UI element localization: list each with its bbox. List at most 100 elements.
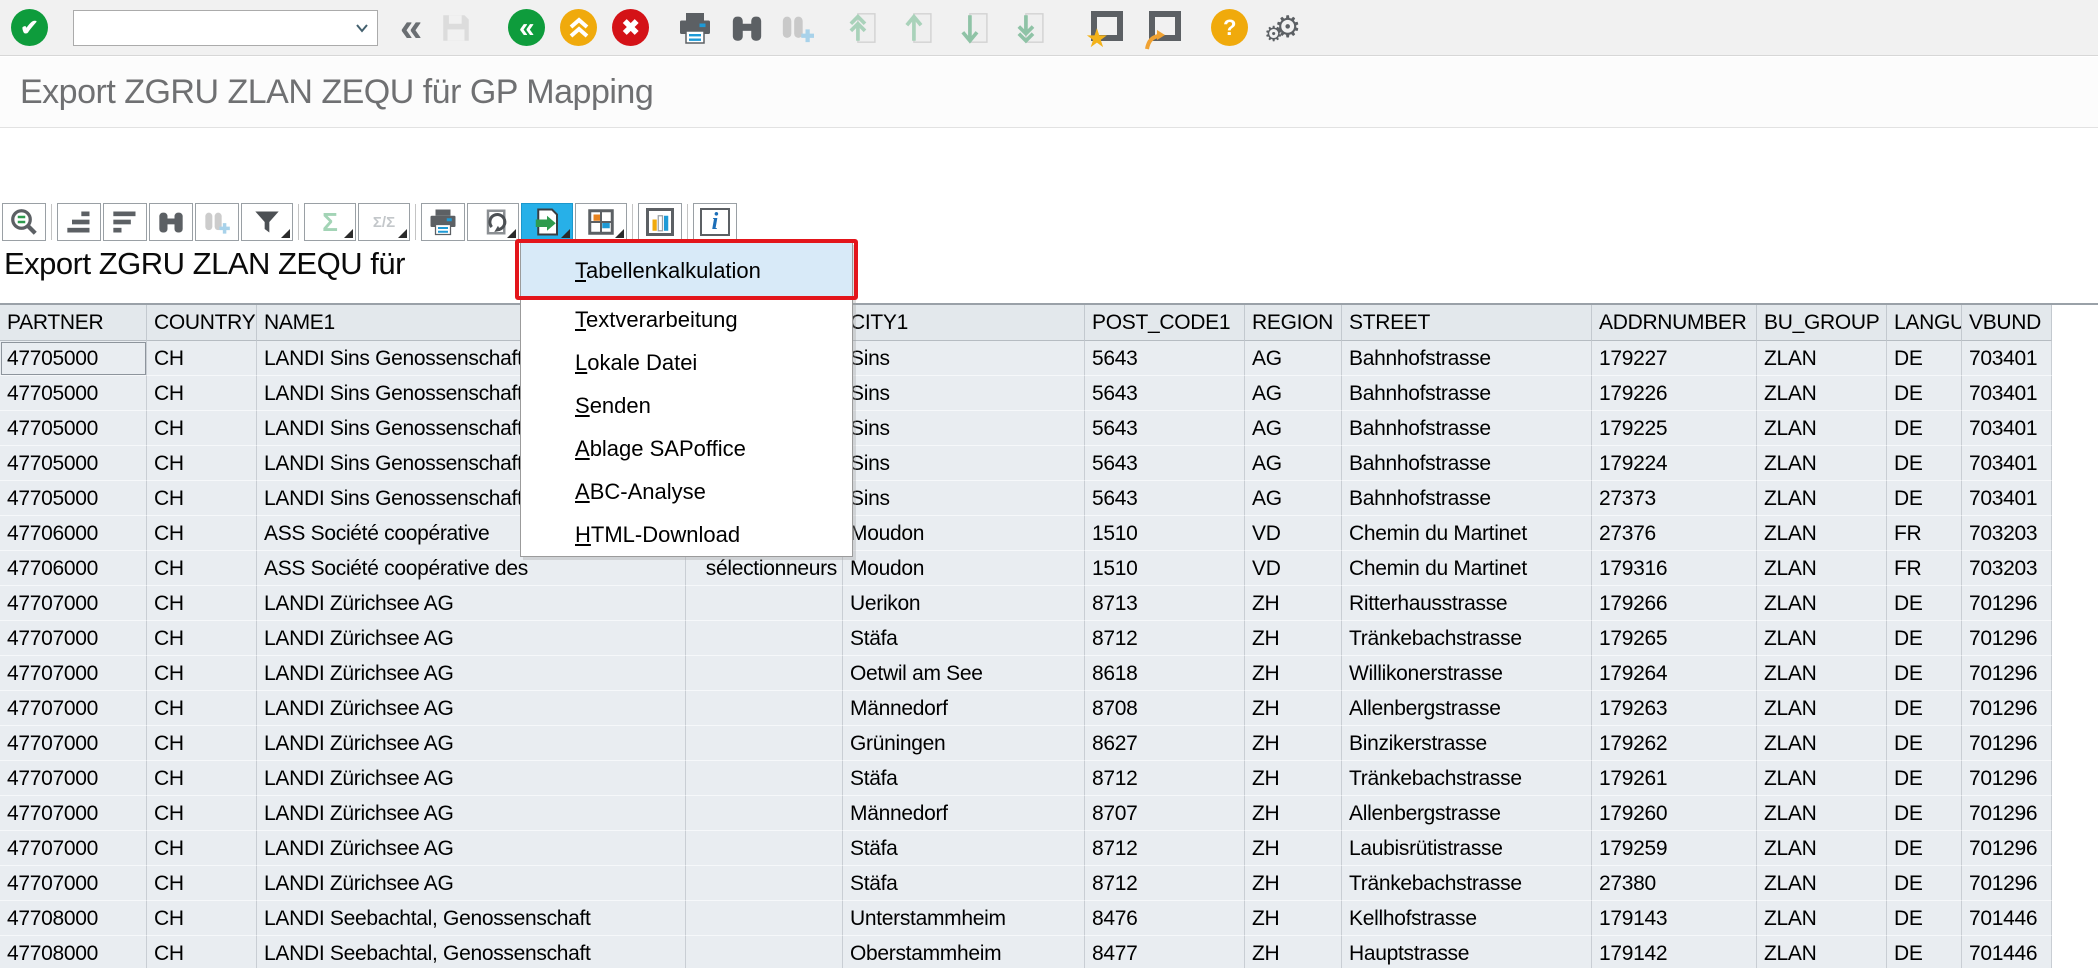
cell[interactable]: DE — [1887, 866, 1962, 901]
cell[interactable]: CH — [147, 411, 257, 446]
cell[interactable]: 8477 — [1085, 936, 1245, 968]
cell[interactable]: DE — [1887, 726, 1962, 761]
cell[interactable]: LANDI Zürichsee AG — [257, 586, 686, 621]
cell[interactable]: LANDI Zürichsee AG — [257, 726, 686, 761]
cell[interactable]: ZLAN — [1757, 901, 1887, 936]
cell[interactable]: ZLAN — [1757, 726, 1887, 761]
subtotal-button[interactable]: Σ/Σ — [358, 203, 410, 241]
cell[interactable]: 703401 — [1962, 446, 2052, 481]
cell[interactable]: 701296 — [1962, 586, 2052, 621]
cell[interactable]: LANDI Zürichsee AG — [257, 656, 686, 691]
cell[interactable] — [686, 831, 843, 866]
print-button[interactable] — [421, 203, 465, 241]
cell[interactable] — [686, 901, 843, 936]
info-button[interactable]: i — [693, 203, 737, 241]
find-button[interactable] — [149, 203, 193, 241]
page-down-button[interactable] — [957, 8, 997, 48]
cell[interactable]: CH — [147, 691, 257, 726]
menu-item-abc-analyse[interactable]: ABC-Analyse — [521, 470, 852, 513]
cell[interactable]: 179142 — [1592, 936, 1757, 968]
cell[interactable]: AG — [1245, 481, 1342, 516]
cell[interactable]: ZLAN — [1757, 621, 1887, 656]
cell[interactable] — [686, 586, 843, 621]
cell[interactable]: Bahnhofstrasse — [1342, 376, 1592, 411]
cell[interactable]: CH — [147, 376, 257, 411]
cell[interactable]: DE — [1887, 481, 1962, 516]
cell[interactable]: CH — [147, 446, 257, 481]
cell[interactable]: Stäfa — [843, 866, 1085, 901]
cell[interactable]: VD — [1245, 516, 1342, 551]
cell[interactable] — [686, 796, 843, 831]
cell[interactable]: DE — [1887, 341, 1962, 376]
cell[interactable]: 701296 — [1962, 621, 2052, 656]
cell[interactable]: CH — [147, 586, 257, 621]
cell[interactable]: ZLAN — [1757, 516, 1887, 551]
details-button[interactable] — [2, 203, 46, 241]
menu-item-ablage-sapoffice[interactable]: Ablage SAPoffice — [521, 427, 852, 470]
shortcut-button[interactable]: ★ — [1087, 11, 1123, 45]
cell[interactable]: ZH — [1245, 586, 1342, 621]
cell[interactable]: 8712 — [1085, 866, 1245, 901]
cell[interactable]: LANDI Zürichsee AG — [257, 866, 686, 901]
sort-desc-button[interactable] — [103, 203, 147, 241]
enter-button[interactable]: ✔ — [11, 9, 48, 46]
cell[interactable]: ZLAN — [1757, 936, 1887, 968]
cell[interactable]: ZH — [1245, 901, 1342, 936]
cell[interactable]: ZH — [1245, 866, 1342, 901]
cell[interactable]: 179227 — [1592, 341, 1757, 376]
cell[interactable]: DE — [1887, 796, 1962, 831]
cell[interactable] — [686, 691, 843, 726]
cell[interactable]: 179263 — [1592, 691, 1757, 726]
cell[interactable]: 47705000 — [0, 341, 147, 376]
cell[interactable]: DE — [1887, 691, 1962, 726]
cell[interactable]: 701296 — [1962, 866, 2052, 901]
cell[interactable]: 703401 — [1962, 341, 2052, 376]
cell[interactable]: 701296 — [1962, 691, 2052, 726]
cell[interactable]: CH — [147, 341, 257, 376]
cell[interactable]: 179226 — [1592, 376, 1757, 411]
cell[interactable]: 701296 — [1962, 831, 2052, 866]
cell[interactable]: ZLAN — [1757, 446, 1887, 481]
cell[interactable]: ZLAN — [1757, 341, 1887, 376]
cell[interactable]: CH — [147, 726, 257, 761]
cell[interactable]: ZLAN — [1757, 866, 1887, 901]
find-button[interactable] — [727, 8, 767, 48]
cell[interactable] — [686, 656, 843, 691]
cell[interactable]: 703203 — [1962, 516, 2052, 551]
views-button[interactable] — [467, 203, 519, 241]
cell[interactable]: 703401 — [1962, 481, 2052, 516]
cell[interactable]: 47705000 — [0, 411, 147, 446]
cell[interactable]: 47707000 — [0, 726, 147, 761]
column-header-bu_group[interactable]: BU_GROUP — [1757, 305, 1887, 341]
cell[interactable]: LANDI Zürichsee AG — [257, 761, 686, 796]
cell[interactable]: DE — [1887, 761, 1962, 796]
chevron-down-icon[interactable] — [354, 20, 370, 36]
graphic-button[interactable] — [638, 203, 682, 241]
filter-button[interactable] — [241, 203, 293, 241]
help-button[interactable]: ? — [1211, 9, 1248, 46]
export-button[interactable] — [521, 203, 573, 241]
cell[interactable]: Sins — [843, 446, 1085, 481]
cell[interactable]: DE — [1887, 411, 1962, 446]
cell[interactable]: 47707000 — [0, 796, 147, 831]
cell[interactable]: Sins — [843, 411, 1085, 446]
cell[interactable]: Binzikerstrasse — [1342, 726, 1592, 761]
cell[interactable]: 47707000 — [0, 691, 147, 726]
cell[interactable]: DE — [1887, 831, 1962, 866]
exit-button[interactable] — [560, 9, 597, 46]
sort-asc-button[interactable] — [57, 203, 101, 241]
cell[interactable]: Bahnhofstrasse — [1342, 341, 1592, 376]
cell[interactable]: Bahnhofstrasse — [1342, 411, 1592, 446]
column-header-post_code1[interactable]: POST_CODE1 — [1085, 305, 1245, 341]
cell[interactable]: DE — [1887, 901, 1962, 936]
cell[interactable]: 701446 — [1962, 936, 2052, 968]
cell[interactable]: 179143 — [1592, 901, 1757, 936]
cell[interactable]: Hauptstrasse — [1342, 936, 1592, 968]
cell[interactable]: 8708 — [1085, 691, 1245, 726]
cell[interactable]: ZLAN — [1757, 376, 1887, 411]
cell[interactable]: Moudon — [843, 551, 1085, 586]
cell[interactable]: 8712 — [1085, 831, 1245, 866]
cell[interactable]: 179264 — [1592, 656, 1757, 691]
cell[interactable]: 47707000 — [0, 761, 147, 796]
cell[interactable]: 179265 — [1592, 621, 1757, 656]
